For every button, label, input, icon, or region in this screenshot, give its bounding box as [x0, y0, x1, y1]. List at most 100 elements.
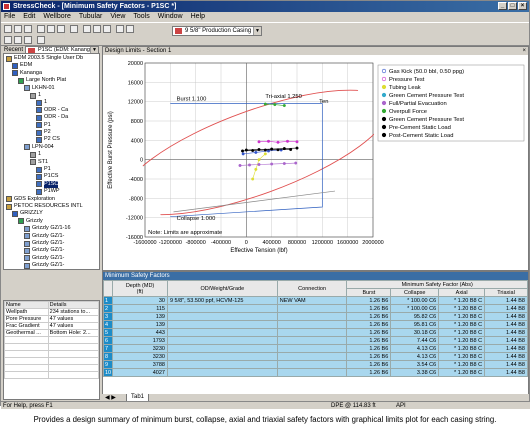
row-number[interactable]: 2 — [102, 304, 114, 313]
props-name[interactable]: Wellpath — [4, 308, 49, 316]
casing-selector[interactable]: 9 5/8" Production Casing ▼ — [172, 26, 262, 36]
tab-nav-arrows[interactable]: ◀ ▶ — [105, 394, 116, 401]
table-cell: 3.54 C6 — [390, 360, 440, 369]
tree-item[interactable]: Grizzly GZ/1- — [24, 255, 64, 262]
zoom-out-icon[interactable] — [14, 36, 22, 44]
table-icon[interactable] — [126, 25, 134, 33]
tree-item[interactable]: ODR - Ca — [36, 107, 68, 114]
copy-icon[interactable] — [47, 25, 55, 33]
row-number[interactable]: 6 — [102, 336, 114, 345]
table-row[interactable]: 5 443 1.26 B6 30.18 C6 * 1.20 B8 C 1.44 B8 — [102, 328, 528, 337]
props-name[interactable]: Pore Pressure — [4, 315, 49, 323]
table-row[interactable]: 10 4027 1.26 B6 3.38 C6 * 1.20 B8 C 1.44 B8 — [102, 368, 528, 377]
chart-icon[interactable] — [116, 25, 124, 33]
row-number[interactable]: 8 — [102, 352, 114, 361]
new-icon[interactable] — [4, 25, 12, 33]
tree-item[interactable]: Grizzly GZ/1- — [24, 247, 64, 254]
maximize-button[interactable]: □ — [508, 2, 517, 10]
col-group-header: Minimum Safety Factor (Abs) — [346, 280, 528, 289]
tree-item[interactable]: GRIZZLY — [12, 210, 43, 217]
tree-node-icon — [24, 225, 30, 232]
legend-entry: Tubing Leak — [389, 85, 421, 91]
tree-item[interactable]: GDS Exploration — [6, 196, 55, 203]
menu-tools[interactable]: Tools — [133, 12, 149, 22]
menu-wellbore[interactable]: Wellbore — [43, 12, 71, 22]
tree-item[interactable]: LPN-004 — [24, 144, 54, 151]
row-number[interactable]: 9 — [102, 360, 114, 369]
menu-edit[interactable]: Edit — [23, 12, 35, 22]
menu-view[interactable]: View — [110, 12, 125, 22]
pan-icon[interactable] — [24, 36, 32, 44]
tree-item[interactable]: Kananga — [12, 70, 42, 77]
tree-item[interactable]: P1SC — [36, 180, 59, 188]
open-icon[interactable] — [14, 25, 22, 33]
props-name[interactable]: Geothermal ... — [4, 329, 49, 337]
row-number[interactable]: 10 — [102, 368, 114, 377]
props-name[interactable]: Frac Gradient — [4, 322, 49, 330]
cut-icon[interactable] — [37, 25, 45, 33]
data-point — [266, 139, 270, 143]
tree-item[interactable]: EDM 2003.5 Single User Db — [6, 55, 83, 62]
tree-item[interactable]: 1 — [36, 99, 47, 106]
tree-item[interactable]: 1 — [30, 151, 41, 158]
tree-item[interactable]: Grizzly GZ/1- — [24, 233, 64, 240]
menu-window[interactable]: Window — [158, 12, 183, 22]
tree-item[interactable]: P2 CS — [36, 136, 60, 143]
tree-item[interactable]: Grizzly GZ/1- — [24, 240, 64, 247]
casing-icon[interactable] — [93, 25, 101, 33]
table-cell: 139 — [112, 312, 168, 321]
menu-help[interactable]: Help — [191, 12, 205, 22]
tree-item[interactable]: ST1 — [30, 159, 48, 166]
tree-item[interactable]: P1WP — [36, 188, 60, 195]
tree-item[interactable]: EDM — [12, 62, 32, 69]
row-number[interactable]: 4 — [102, 320, 114, 329]
tree-item[interactable]: 1 — [30, 92, 41, 99]
minimize-button[interactable]: _ — [498, 2, 507, 10]
table-row[interactable]: 4 139 1.26 B6 95.81 C6 * 1.20 B8 C 1.44 B8 — [102, 320, 528, 329]
close-icon[interactable]: × — [522, 47, 526, 55]
tree-item[interactable]: P2 — [36, 129, 51, 136]
table-row[interactable]: 1 30 9 5/8", 53.500 ppf, HCVM-125 NEW VAM 1.… — [102, 296, 528, 305]
min-safety-factors-panel: Minimum Safety Factors Depth (MD) (ft) OD… — [102, 271, 529, 397]
tree-item[interactable]: P1CS — [36, 173, 58, 180]
legend-entry: Full/Partial Evacuation — [389, 101, 447, 107]
zoom-in-icon[interactable] — [4, 36, 12, 44]
legend-marker — [381, 84, 387, 90]
tree-item[interactable]: Grizzly — [18, 218, 43, 225]
save-icon[interactable] — [24, 25, 32, 33]
legend-marker — [381, 92, 387, 98]
tree-item[interactable]: LKHN-01 — [24, 85, 55, 92]
refresh-icon[interactable] — [37, 36, 45, 44]
wellbore-icon[interactable] — [83, 25, 91, 33]
close-button[interactable]: × — [518, 2, 527, 10]
design-limits-chart[interactable]: -1600000 -1200000 -800000 -400000 0 400000 800… — [103, 55, 528, 270]
tree-node-icon — [36, 136, 42, 143]
table-row[interactable]: 2 115 1.26 B6 * 100.00 C6 * 1.20 B8 C 1.44 B8 — [102, 304, 528, 313]
paste-icon[interactable] — [57, 25, 65, 33]
load-icon[interactable] — [103, 25, 111, 33]
table-row[interactable]: 8 3230 1.26 B6 4.13 C6 * 1.20 B8 C 1.44 B8 — [102, 352, 528, 361]
table-cell: * 1.20 B8 C — [438, 312, 486, 321]
menu-file[interactable]: File — [4, 12, 15, 22]
tree-item[interactable]: Large North Plat — [18, 77, 66, 84]
tree-item[interactable]: Grizzly GZ/1- — [24, 262, 64, 269]
tree-item[interactable]: PETOC RESOURCES INTL — [6, 203, 83, 210]
row-number[interactable]: 7 — [102, 344, 114, 353]
tree-item[interactable]: Grizzly GZ/1-16 — [24, 225, 71, 232]
row-number[interactable]: 1 — [102, 296, 114, 305]
tree-item[interactable]: P1 — [36, 166, 51, 173]
table-row[interactable]: 3 139 1.26 B6 95.82 C6 * 1.20 B8 C 1.44 B8 — [102, 312, 528, 321]
table-cell: 1.26 B6 — [346, 328, 392, 337]
tree-item-label: P1CS — [44, 173, 59, 180]
table-row[interactable]: 6 1793 1.26 B6 7.44 C6 * 1.20 B8 C 1.44 B8 — [102, 336, 528, 345]
row-number[interactable]: 3 — [102, 312, 114, 321]
row-number[interactable]: 5 — [102, 328, 114, 337]
tree-item[interactable]: P1 — [36, 122, 51, 129]
chevron-down-icon[interactable]: ▼ — [253, 27, 261, 35]
print-icon[interactable] — [70, 25, 78, 33]
table-row[interactable]: 9 3788 1.26 B6 3.54 C6 * 1.20 B8 C 1.44 B8 — [102, 360, 528, 369]
table-row[interactable]: 7 3230 1.26 B6 4.13 C6 * 1.20 B8 C 1.44 B8 — [102, 344, 528, 353]
tree-item-label: Grizzly — [26, 217, 43, 224]
tree-item[interactable]: ODR - Da — [36, 114, 68, 121]
menu-tubular[interactable]: Tubular — [79, 12, 102, 22]
